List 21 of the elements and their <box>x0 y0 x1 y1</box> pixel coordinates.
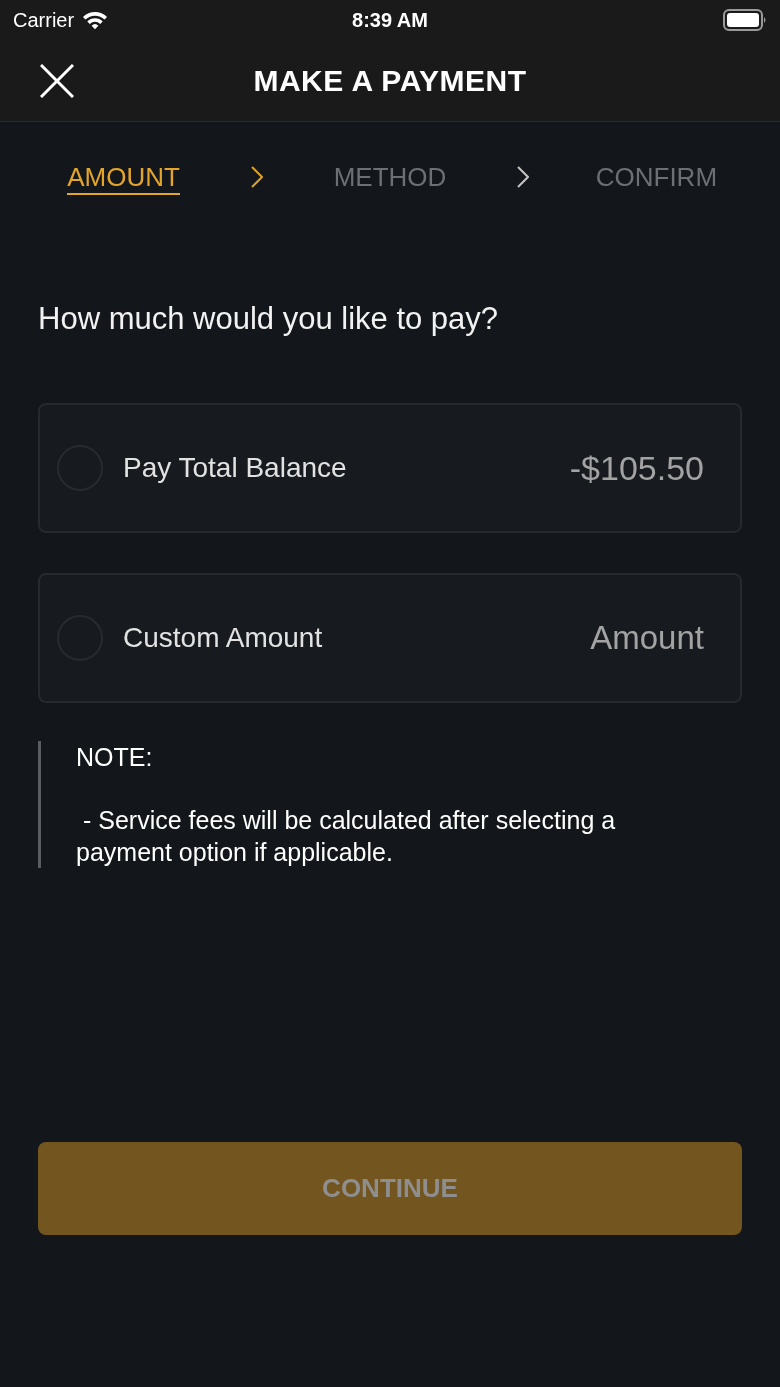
amount-input[interactable]: Amount <box>534 613 704 663</box>
close-icon <box>40 63 74 98</box>
close-button[interactable] <box>40 63 74 98</box>
note-text: - Service fees will be calculated after selecting a payment option if applicable. <box>76 805 617 868</box>
step-tab[interactable]: METHOD <box>333 163 447 195</box>
battery-icon <box>723 9 767 31</box>
payment-option-card[interactable]: Custom Amount Amount <box>38 573 742 703</box>
balance-amount: -$105.50 <box>569 447 704 489</box>
note-title: NOTE: <box>76 742 154 773</box>
wifi-icon <box>82 10 109 30</box>
payment-option-card[interactable]: Pay Total Balance -$105.50 <box>38 403 742 533</box>
option-label: Pay Total Balance <box>123 451 347 485</box>
option-label: Custom Amount <box>123 621 323 655</box>
status-time: 8:39 AM <box>352 8 428 33</box>
step-tab[interactable]: CONFIRM <box>595 163 718 195</box>
carrier-label: Carrier <box>13 8 75 33</box>
chevron-icon <box>250 166 263 188</box>
question-text: How much would you like to pay? <box>38 301 500 337</box>
chevron-icon <box>517 166 530 188</box>
step-tab[interactable]: AMOUNT <box>67 163 180 195</box>
page-title: MAKE A PAYMENT <box>253 63 527 99</box>
